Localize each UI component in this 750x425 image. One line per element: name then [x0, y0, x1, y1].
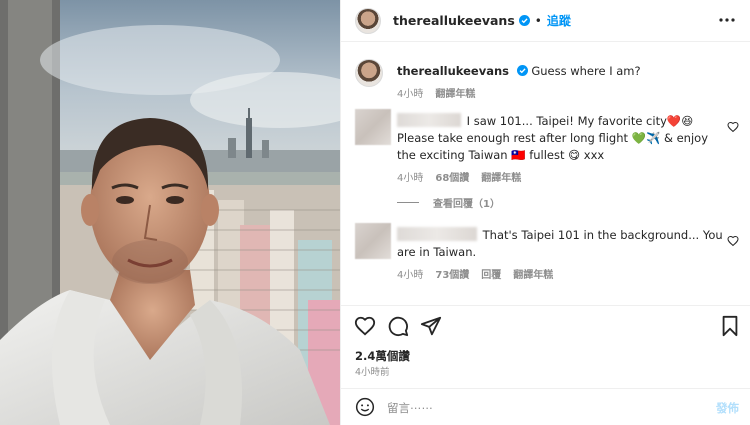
separator-dot: • [534, 13, 542, 28]
commenter-avatar[interactable] [355, 109, 391, 145]
follow-button[interactable]: 追蹤 [547, 12, 571, 29]
comment-likes[interactable]: 73個讚 [435, 267, 469, 284]
post-side-panel: thereallukeevans • 追蹤 thereallukeevans G… [340, 0, 750, 425]
comment-time[interactable]: 4小時 [397, 267, 423, 284]
instagram-post: thereallukeevans • 追蹤 thereallukeevans G… [0, 0, 750, 425]
heart-icon[interactable] [354, 315, 376, 337]
caption-avatar[interactable] [355, 59, 383, 87]
comment-time[interactable]: 4小時 [397, 170, 423, 187]
replies-divider [397, 202, 419, 203]
verified-icon [516, 65, 528, 76]
post-header: thereallukeevans • 追蹤 [341, 0, 750, 42]
post-timestamp[interactable]: 4小時前 [355, 364, 390, 378]
comment-translate-link[interactable]: 翻譯年糕 [513, 267, 553, 284]
commenter-username[interactable] [397, 113, 461, 127]
caption-text-block: thereallukeevans Guess where I am? 4小時 翻… [397, 63, 727, 103]
commenter-username[interactable] [397, 227, 477, 241]
caption-time[interactable]: 4小時 [397, 86, 423, 103]
comment-text-block: That's Taipei 101 in the background... Y… [397, 227, 727, 284]
comment-likes[interactable]: 68個讚 [435, 170, 469, 187]
author-avatar[interactable] [355, 7, 381, 34]
caption-meta: 4小時 翻譯年糕 [397, 86, 727, 103]
caption-text: Guess where I am? [531, 64, 641, 78]
comment-text-block: I saw 101... Taipei! My favorite city❤️😆… [397, 113, 727, 187]
emoji-icon[interactable] [355, 397, 375, 417]
author-username[interactable]: thereallukeevans [393, 13, 515, 28]
selfie-image [0, 0, 340, 425]
like-count[interactable]: 2.4萬個讚 [355, 348, 410, 364]
commenter-avatar[interactable] [355, 223, 391, 259]
comment-meta: 4小時 73個讚 回覆 翻譯年糕 [397, 267, 727, 284]
comments-list: thereallukeevans Guess where I am? 4小時 翻… [341, 43, 750, 298]
view-replies-label[interactable]: 查看回覆（1） [433, 195, 500, 210]
verified-icon [518, 15, 530, 26]
heart-icon[interactable] [727, 121, 739, 133]
bookmark-icon[interactable] [719, 315, 741, 337]
share-icon[interactable] [420, 315, 442, 337]
comment-icon[interactable] [387, 315, 409, 337]
action-bar [341, 305, 750, 341]
heart-icon[interactable] [727, 235, 739, 247]
post-photo[interactable] [0, 0, 340, 425]
comment-meta: 4小時 68個讚 翻譯年糕 [397, 170, 727, 187]
comment-reply-link[interactable]: 回覆 [481, 267, 501, 284]
caption-translate-link[interactable]: 翻譯年糕 [435, 86, 475, 103]
more-options-icon[interactable] [717, 12, 737, 28]
comment-translate-link[interactable]: 翻譯年糕 [481, 170, 521, 187]
view-replies-link[interactable]: 查看回覆（1） [397, 195, 500, 210]
caption-username[interactable]: thereallukeevans [397, 64, 509, 78]
comment-bar: 留言⋯⋯ 發佈 [341, 388, 750, 425]
comment-input[interactable]: 留言⋯⋯ [387, 400, 433, 416]
post-comment-button[interactable]: 發佈 [716, 400, 739, 416]
